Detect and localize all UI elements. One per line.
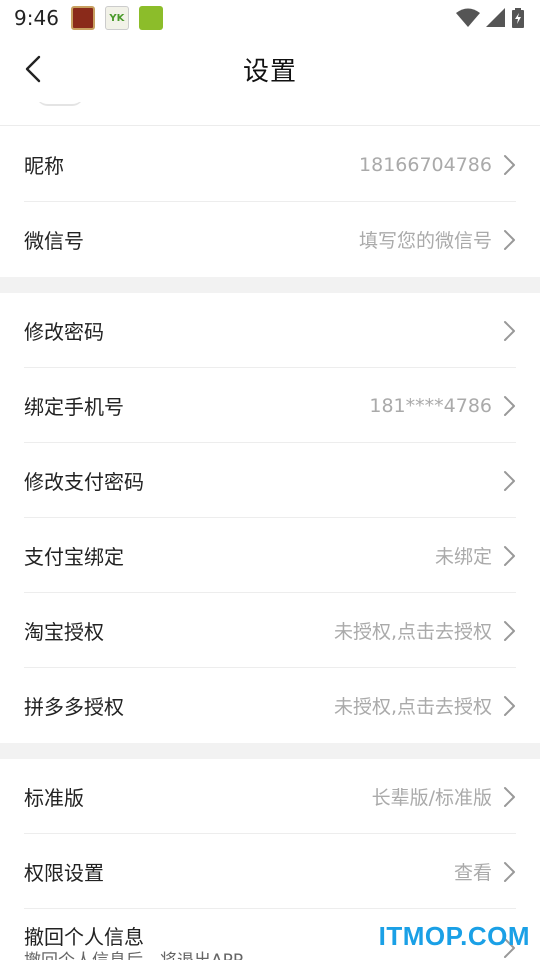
chevron-right-icon bbox=[502, 786, 516, 808]
row-label: 支付宝绑定 bbox=[24, 545, 124, 569]
row-label: 修改支付密码 bbox=[24, 470, 144, 494]
row-value: 填写您的微信号 bbox=[358, 230, 492, 252]
row-value: 查看 bbox=[453, 862, 492, 884]
profile-group: 昵称 18166704786 微信号 填写您的微信号 bbox=[0, 127, 540, 277]
notification-yk-icon: YK bbox=[104, 6, 129, 30]
row-label: 绑定手机号 bbox=[24, 395, 124, 419]
group-divider bbox=[0, 743, 540, 759]
notification-app-icon bbox=[70, 6, 95, 30]
settings-row-change-password[interactable]: 修改密码 bbox=[0, 293, 540, 368]
status-indicators bbox=[456, 8, 524, 28]
group-divider bbox=[0, 277, 540, 293]
settings-row-wechat[interactable]: 微信号 填写您的微信号 bbox=[0, 202, 540, 277]
row-label: 淘宝授权 bbox=[24, 620, 104, 644]
row-subtitle: 撤回个人信息后，将退出APP bbox=[24, 950, 243, 960]
row-value: 未授权,点击去授权 bbox=[333, 621, 492, 643]
row-value: 18166704786 bbox=[359, 153, 492, 176]
avatar-edge bbox=[36, 102, 84, 106]
row-label: 撤回个人信息 bbox=[24, 925, 144, 949]
signal-icon bbox=[486, 8, 505, 27]
page-title: 设置 bbox=[242, 56, 297, 87]
wifi-icon bbox=[456, 8, 480, 27]
battery-icon bbox=[512, 8, 524, 28]
avatar-row-peek bbox=[0, 102, 540, 126]
row-value: 181****4786 bbox=[369, 394, 492, 417]
row-label: 微信号 bbox=[24, 229, 84, 253]
row-label: 标准版 bbox=[24, 786, 84, 810]
row-value: 未授权,点击去授权 bbox=[333, 696, 492, 718]
chevron-right-icon bbox=[502, 861, 516, 883]
chevron-right-icon bbox=[502, 395, 516, 417]
settings-row-nickname[interactable]: 昵称 18166704786 bbox=[0, 127, 540, 202]
chevron-right-icon bbox=[502, 229, 516, 251]
watermark-logo: ITMOP.COM bbox=[378, 921, 530, 951]
row-label: 修改密码 bbox=[24, 320, 104, 344]
yk-icon-text: YK bbox=[109, 12, 125, 24]
chevron-right-icon bbox=[502, 545, 516, 567]
status-time: 9:46 bbox=[14, 6, 59, 30]
status-bar: 9:46 YK bbox=[0, 0, 540, 36]
chevron-right-icon bbox=[502, 620, 516, 642]
settings-row-bind-phone[interactable]: 绑定手机号 181****4786 bbox=[0, 368, 540, 443]
row-value: 长辈版/标准版 bbox=[371, 787, 492, 809]
settings-row-pinduoduo[interactable]: 拼多多授权 未授权,点击去授权 bbox=[0, 668, 540, 743]
settings-row-permissions[interactable]: 权限设置 查看 bbox=[0, 834, 540, 909]
account-group: 修改密码 绑定手机号 181****4786 修改支付密码 支付宝绑定 未绑定 … bbox=[0, 293, 540, 743]
settings-row-taobao[interactable]: 淘宝授权 未授权,点击去授权 bbox=[0, 593, 540, 668]
row-label: 昵称 bbox=[24, 154, 64, 178]
chevron-left-icon bbox=[25, 55, 41, 83]
chevron-right-icon bbox=[502, 470, 516, 492]
notification-green-app-icon bbox=[138, 6, 163, 30]
back-button[interactable] bbox=[16, 52, 50, 86]
settings-row-alipay[interactable]: 支付宝绑定 未绑定 bbox=[0, 518, 540, 593]
chevron-right-icon bbox=[502, 695, 516, 717]
row-label: 拼多多授权 bbox=[24, 695, 124, 719]
row-value: 未绑定 bbox=[434, 546, 492, 568]
settings-row-pay-password[interactable]: 修改支付密码 bbox=[0, 443, 540, 518]
chevron-right-icon bbox=[502, 154, 516, 176]
nav-bar: 设置 bbox=[0, 36, 540, 102]
settings-row-edition[interactable]: 标准版 长辈版/标准版 bbox=[0, 759, 540, 834]
chevron-right-icon bbox=[502, 320, 516, 342]
row-label: 权限设置 bbox=[24, 861, 104, 885]
